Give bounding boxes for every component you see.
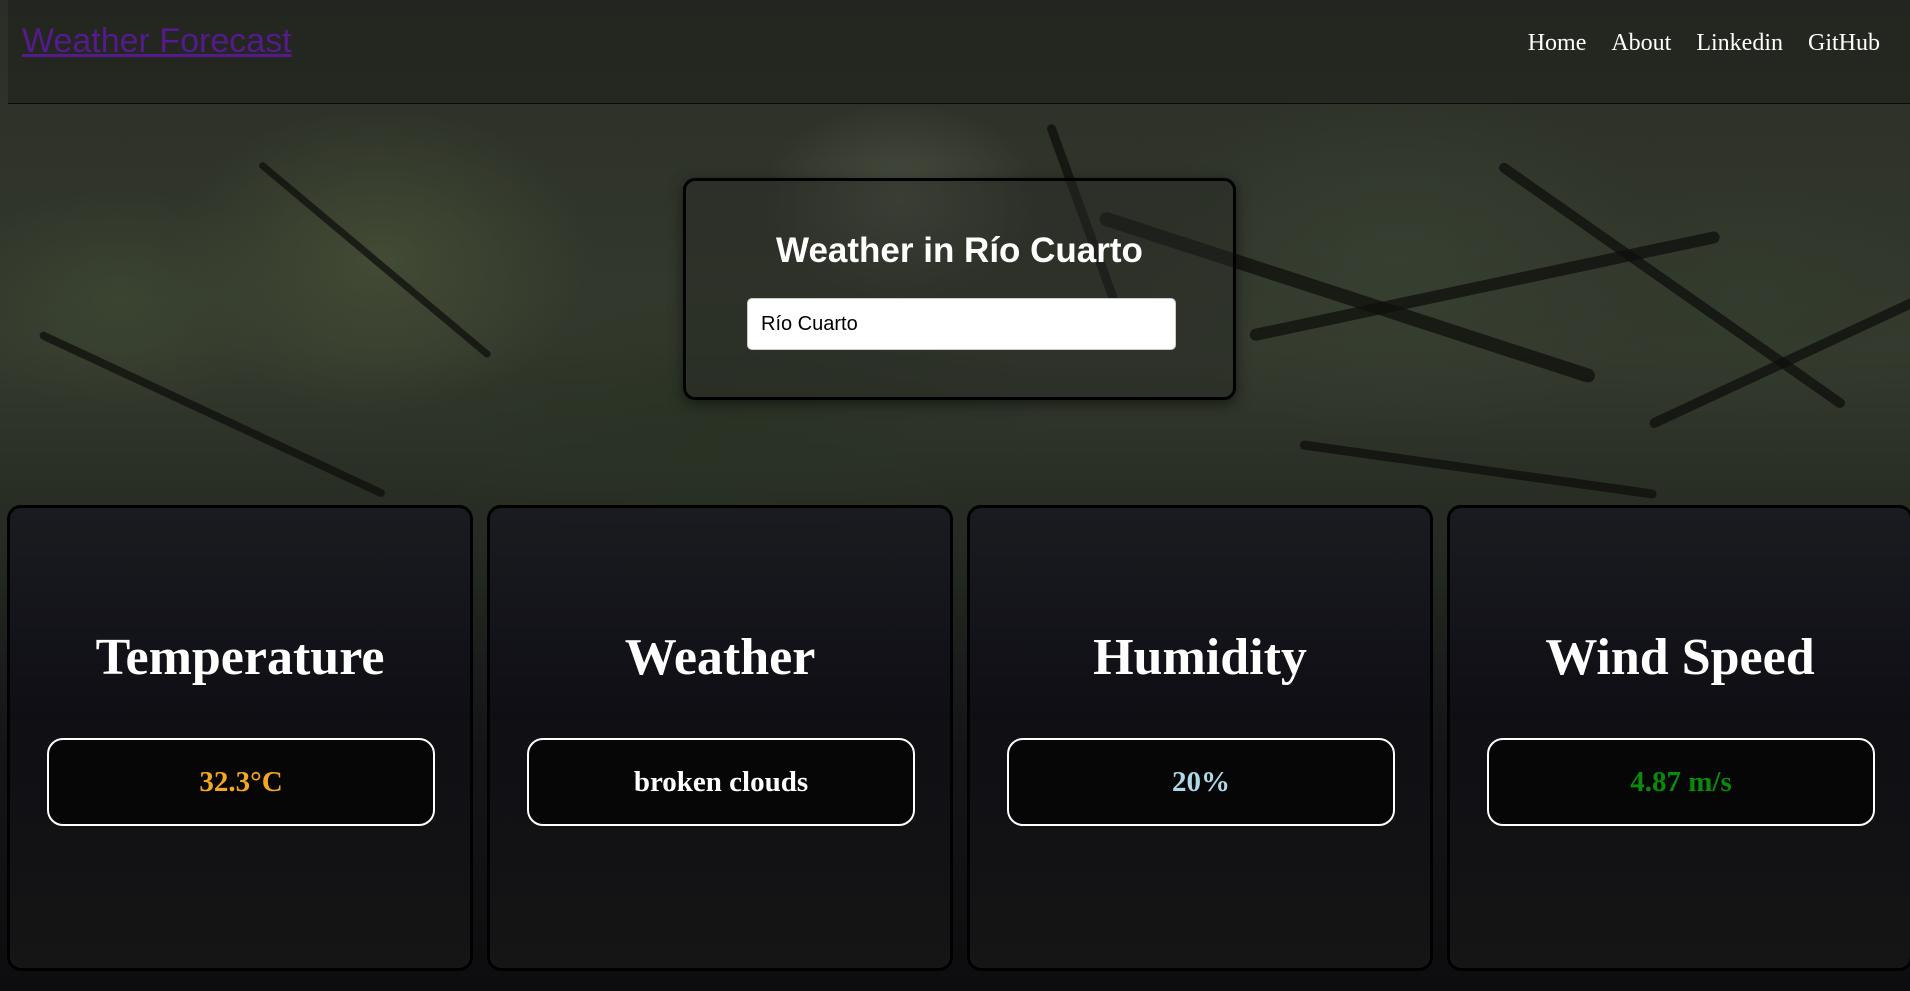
card-value-box: 4.87 m/s <box>1487 738 1875 826</box>
city-search-input[interactable] <box>747 298 1176 350</box>
nav-links: Home About Linkedin GitHub <box>1528 30 1880 57</box>
navbar: Weather Forecast Home About Linkedin Git… <box>8 0 1910 104</box>
card-title: Humidity <box>1093 629 1307 686</box>
wind-speed-value: 4.87 m/s <box>1630 765 1732 798</box>
weather-card: Weather broken clouds <box>487 505 953 971</box>
card-value-box: 32.3°C <box>47 738 435 826</box>
card-value-box: broken clouds <box>527 738 915 826</box>
card-title: Weather <box>624 629 816 686</box>
humidity-value: 20% <box>1172 765 1230 798</box>
nav-link-linkedin[interactable]: Linkedin <box>1696 30 1783 57</box>
search-title: Weather in Río Cuarto <box>776 231 1143 270</box>
wind-speed-card: Wind Speed 4.87 m/s <box>1447 505 1910 971</box>
search-card: Weather in Río Cuarto <box>683 178 1236 400</box>
temperature-card: Temperature 32.3°C <box>7 505 473 971</box>
card-value-box: 20% <box>1007 738 1395 826</box>
card-title: Wind Speed <box>1545 629 1815 686</box>
brand-link[interactable]: Weather Forecast <box>22 22 292 61</box>
weather-value: broken clouds <box>633 765 809 798</box>
nav-link-about[interactable]: About <box>1611 30 1671 57</box>
humidity-card: Humidity 20% <box>967 505 1433 971</box>
temperature-value: 32.3°C <box>199 765 283 798</box>
nav-link-github[interactable]: GitHub <box>1808 30 1880 57</box>
nav-link-home[interactable]: Home <box>1528 30 1587 57</box>
card-title: Temperature <box>95 629 385 686</box>
